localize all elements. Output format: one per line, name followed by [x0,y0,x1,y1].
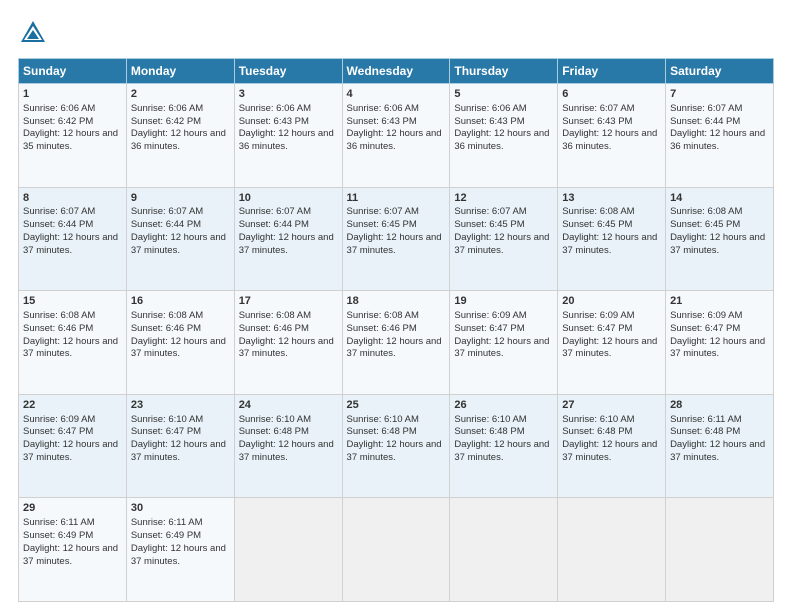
header [18,18,774,48]
calendar-week-row: 29Sunrise: 6:11 AMSunset: 6:49 PMDayligh… [19,498,774,602]
calendar-cell: 18Sunrise: 6:08 AMSunset: 6:46 PMDayligh… [342,291,450,395]
calendar-header-thursday: Thursday [450,59,558,84]
day-number: 24 [239,398,338,413]
day-number: 23 [131,398,230,413]
calendar-cell: 27Sunrise: 6:10 AMSunset: 6:48 PMDayligh… [558,394,666,498]
day-number: 2 [131,87,230,102]
calendar-cell: 17Sunrise: 6:08 AMSunset: 6:46 PMDayligh… [234,291,342,395]
calendar-cell: 4Sunrise: 6:06 AMSunset: 6:43 PMDaylight… [342,84,450,188]
day-number: 15 [23,294,122,309]
day-number: 4 [347,87,446,102]
day-number: 5 [454,87,553,102]
calendar-week-row: 8Sunrise: 6:07 AMSunset: 6:44 PMDaylight… [19,187,774,291]
calendar-cell [666,498,774,602]
calendar-cell [558,498,666,602]
calendar-header-monday: Monday [126,59,234,84]
calendar-cell: 24Sunrise: 6:10 AMSunset: 6:48 PMDayligh… [234,394,342,498]
calendar-cell [450,498,558,602]
calendar-cell: 15Sunrise: 6:08 AMSunset: 6:46 PMDayligh… [19,291,127,395]
calendar-cell: 29Sunrise: 6:11 AMSunset: 6:49 PMDayligh… [19,498,127,602]
calendar-header-saturday: Saturday [666,59,774,84]
calendar-cell: 20Sunrise: 6:09 AMSunset: 6:47 PMDayligh… [558,291,666,395]
calendar-cell: 23Sunrise: 6:10 AMSunset: 6:47 PMDayligh… [126,394,234,498]
day-number: 12 [454,191,553,206]
calendar-cell: 16Sunrise: 6:08 AMSunset: 6:46 PMDayligh… [126,291,234,395]
day-number: 17 [239,294,338,309]
day-number: 14 [670,191,769,206]
calendar-cell: 10Sunrise: 6:07 AMSunset: 6:44 PMDayligh… [234,187,342,291]
day-number: 7 [670,87,769,102]
calendar-cell: 30Sunrise: 6:11 AMSunset: 6:49 PMDayligh… [126,498,234,602]
day-number: 13 [562,191,661,206]
calendar-cell: 5Sunrise: 6:06 AMSunset: 6:43 PMDaylight… [450,84,558,188]
page: SundayMondayTuesdayWednesdayThursdayFrid… [0,0,792,612]
calendar-table: SundayMondayTuesdayWednesdayThursdayFrid… [18,58,774,602]
day-number: 27 [562,398,661,413]
calendar-header-row: SundayMondayTuesdayWednesdayThursdayFrid… [19,59,774,84]
day-number: 19 [454,294,553,309]
calendar-week-row: 22Sunrise: 6:09 AMSunset: 6:47 PMDayligh… [19,394,774,498]
calendar-cell: 26Sunrise: 6:10 AMSunset: 6:48 PMDayligh… [450,394,558,498]
calendar-cell: 12Sunrise: 6:07 AMSunset: 6:45 PMDayligh… [450,187,558,291]
day-number: 11 [347,191,446,206]
calendar-week-row: 1Sunrise: 6:06 AMSunset: 6:42 PMDaylight… [19,84,774,188]
day-number: 6 [562,87,661,102]
day-number: 28 [670,398,769,413]
calendar-cell: 28Sunrise: 6:11 AMSunset: 6:48 PMDayligh… [666,394,774,498]
day-number: 1 [23,87,122,102]
day-number: 9 [131,191,230,206]
calendar-cell: 2Sunrise: 6:06 AMSunset: 6:42 PMDaylight… [126,84,234,188]
calendar-cell: 22Sunrise: 6:09 AMSunset: 6:47 PMDayligh… [19,394,127,498]
day-number: 18 [347,294,446,309]
day-number: 3 [239,87,338,102]
calendar-cell: 8Sunrise: 6:07 AMSunset: 6:44 PMDaylight… [19,187,127,291]
calendar-cell: 7Sunrise: 6:07 AMSunset: 6:44 PMDaylight… [666,84,774,188]
day-number: 30 [131,501,230,516]
day-number: 29 [23,501,122,516]
day-number: 26 [454,398,553,413]
calendar-cell: 13Sunrise: 6:08 AMSunset: 6:45 PMDayligh… [558,187,666,291]
calendar-cell: 9Sunrise: 6:07 AMSunset: 6:44 PMDaylight… [126,187,234,291]
day-number: 20 [562,294,661,309]
calendar-header-tuesday: Tuesday [234,59,342,84]
day-number: 21 [670,294,769,309]
day-number: 22 [23,398,122,413]
calendar-header-wednesday: Wednesday [342,59,450,84]
logo [18,18,52,48]
day-number: 25 [347,398,446,413]
calendar-cell [234,498,342,602]
calendar-cell: 11Sunrise: 6:07 AMSunset: 6:45 PMDayligh… [342,187,450,291]
calendar-cell: 19Sunrise: 6:09 AMSunset: 6:47 PMDayligh… [450,291,558,395]
calendar-header-sunday: Sunday [19,59,127,84]
day-number: 10 [239,191,338,206]
calendar-week-row: 15Sunrise: 6:08 AMSunset: 6:46 PMDayligh… [19,291,774,395]
day-number: 16 [131,294,230,309]
calendar-cell: 1Sunrise: 6:06 AMSunset: 6:42 PMDaylight… [19,84,127,188]
calendar-cell: 3Sunrise: 6:06 AMSunset: 6:43 PMDaylight… [234,84,342,188]
logo-icon [18,18,48,48]
calendar-cell: 14Sunrise: 6:08 AMSunset: 6:45 PMDayligh… [666,187,774,291]
calendar-cell: 6Sunrise: 6:07 AMSunset: 6:43 PMDaylight… [558,84,666,188]
day-number: 8 [23,191,122,206]
calendar-header-friday: Friday [558,59,666,84]
calendar-cell [342,498,450,602]
calendar-cell: 25Sunrise: 6:10 AMSunset: 6:48 PMDayligh… [342,394,450,498]
calendar-cell: 21Sunrise: 6:09 AMSunset: 6:47 PMDayligh… [666,291,774,395]
